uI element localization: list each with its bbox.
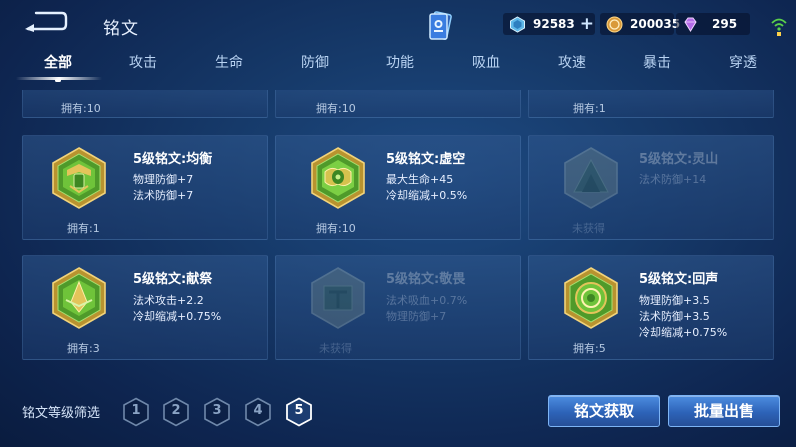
owned-count: 拥有:10 [316, 102, 356, 115]
rune-stat: 法术防御+3.5 [639, 310, 710, 323]
top-bar: 铭文 92583 + 200035 295 [0, 0, 796, 50]
rune-card-awe[interactable]: 5级铭文:敬畏 法术吸血+0.7% 物理防御+7 未获得 [275, 255, 521, 360]
currency-gems: 295 [676, 13, 750, 35]
add-coupons-plus-icon[interactable]: + [580, 15, 594, 33]
rune-stat: 冷却缩减+0.75% [639, 326, 728, 339]
active-tab-indicator [55, 79, 61, 82]
rune-name: 5级铭文:献祭 [133, 272, 213, 287]
level-number: 2 [171, 403, 181, 418]
rune-acquire-button[interactable]: 铭文获取 [548, 395, 660, 427]
owned-count: 拥有:5 [573, 342, 606, 355]
gem-amount: 295 [712, 17, 738, 31]
rune-name: 5级铭文:回声 [639, 272, 719, 287]
gold-coin-icon [606, 16, 623, 33]
rune-stat: 最大生命+45 [386, 173, 454, 186]
tab-penetration[interactable]: 穿透 [713, 52, 773, 72]
level-number: 3 [212, 403, 222, 418]
tab-health[interactable]: 生命 [199, 52, 259, 72]
rune-card-balance[interactable]: 5级铭文:均衡 物理防御+7 法术防御+7 拥有:1 [22, 135, 268, 240]
tab-defense[interactable]: 防御 [285, 52, 345, 72]
level-filter-1[interactable]: 1 [122, 397, 150, 427]
rune-card-sacrifice[interactable]: 5级铭文:献祭 法术攻击+2.2 冷却缩减+0.75% 拥有:3 [22, 255, 268, 360]
tab-utility[interactable]: 功能 [370, 52, 430, 72]
rune-card[interactable]: 拥有:10 [22, 90, 268, 118]
rune-sacrifice-icon [52, 267, 106, 329]
rune-card-icon[interactable] [427, 11, 453, 41]
category-tabs: 全部 攻击 生命 防御 功能 吸血 攻速 暴击 穿透 [0, 52, 796, 82]
back-arrow-icon[interactable] [22, 10, 68, 32]
level-filter-4[interactable]: 4 [244, 397, 272, 427]
rune-stat: 法术防御+14 [639, 173, 707, 186]
currency-gold: 200035 [600, 13, 680, 35]
rune-name: 5级铭文:敬畏 [386, 272, 466, 287]
owned-count: 拥有:1 [573, 102, 606, 115]
level-filter-5[interactable]: 5 [285, 397, 313, 427]
owned-count: 拥有:1 [67, 222, 100, 235]
not-acquired-label: 未获得 [319, 342, 352, 355]
rune-card-echo[interactable]: 5级铭文:回声 物理防御+3.5 法术防御+3.5 冷却缩减+0.75% 拥有:… [528, 255, 774, 360]
rune-stat: 法术防御+7 [133, 189, 194, 202]
rune-balance-icon [52, 147, 106, 209]
rune-card[interactable]: 拥有:10 [275, 90, 521, 118]
rune-name: 5级铭文:均衡 [133, 152, 213, 167]
rune-stat: 物理防御+7 [133, 173, 194, 186]
tab-lifesteal[interactable]: 吸血 [456, 52, 516, 72]
rune-echo-icon [564, 267, 618, 329]
level-filter-2[interactable]: 2 [162, 397, 190, 427]
tab-all[interactable]: 全部 [28, 52, 88, 72]
rune-void-icon [311, 147, 365, 209]
tab-attack-speed[interactable]: 攻速 [542, 52, 602, 72]
rune-card-void[interactable]: 5级铭文:虚空 最大生命+45 冷却缩减+0.5% 拥有:10 [275, 135, 521, 240]
rune-name: 5级铭文:虚空 [386, 152, 466, 167]
level-number: 1 [131, 403, 141, 418]
owned-count: 拥有:3 [67, 342, 100, 355]
rune-stat: 冷却缩减+0.75% [133, 310, 222, 323]
bulk-sell-button[interactable]: 批量出售 [668, 395, 780, 427]
rune-grid[interactable]: 拥有:10 拥有:10 拥有:1 5级铭文:均衡 物理防御+7 法术防御+7 拥… [0, 90, 796, 390]
rune-stat: 法术吸血+0.7% [386, 294, 468, 307]
wifi-signal-icon [771, 18, 787, 36]
owned-count: 拥有:10 [61, 102, 101, 115]
currency-coupons: 92583 + [503, 13, 595, 35]
diamond-coupon-icon [510, 16, 525, 33]
rune-card[interactable]: 拥有:1 [528, 90, 774, 118]
rune-awe-icon [311, 267, 365, 329]
not-acquired-label: 未获得 [572, 222, 605, 235]
level-number: 4 [253, 403, 263, 418]
level-filter-label: 铭文等级筛选 [22, 406, 101, 421]
tab-attack[interactable]: 攻击 [113, 52, 173, 72]
rune-stat: 物理防御+3.5 [639, 294, 710, 307]
gold-amount: 200035 [630, 17, 681, 31]
rune-stat: 法术攻击+2.2 [133, 294, 204, 307]
level-number: 5 [294, 403, 304, 418]
coupon-amount: 92583 [533, 17, 575, 31]
rune-spirit-mountain-icon [564, 147, 618, 209]
level-filter-3[interactable]: 3 [203, 397, 231, 427]
rune-stat: 冷却缩减+0.5% [386, 189, 468, 202]
owned-count: 拥有:10 [316, 222, 356, 235]
page-title: 铭文 [103, 19, 139, 39]
gem-icon [684, 17, 697, 32]
rune-stat: 物理防御+7 [386, 310, 447, 323]
rune-card-spirit-mountain[interactable]: 5级铭文:灵山 法术防御+14 未获得 [528, 135, 774, 240]
tab-critical[interactable]: 暴击 [627, 52, 687, 72]
rune-name: 5级铭文:灵山 [639, 152, 719, 167]
